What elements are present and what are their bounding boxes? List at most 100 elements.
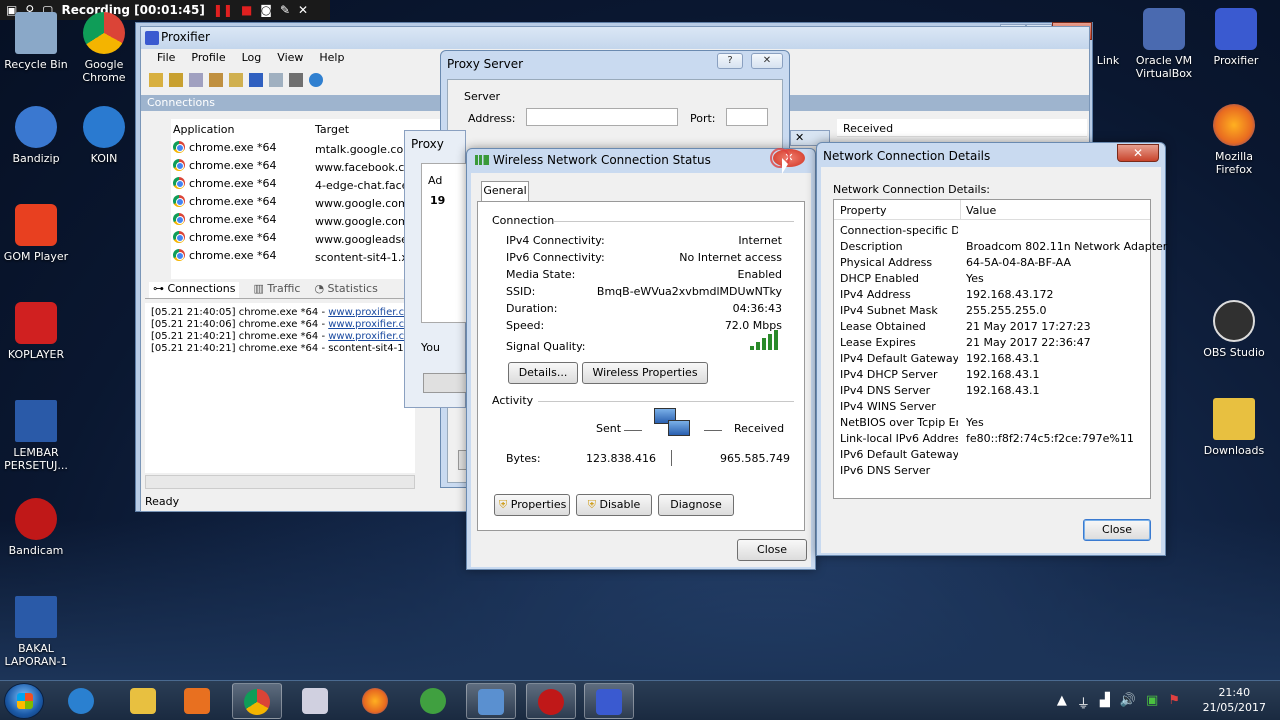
log-link[interactable]: www.proxifier.com:443 — [328, 331, 415, 342]
desktop-icon-lembar[interactable]: LEMBAR PERSETUJ... — [0, 400, 72, 472]
print-icon[interactable] — [289, 73, 303, 87]
dns-icon[interactable] — [229, 73, 243, 87]
detail-property[interactable]: DHCP Enabled — [840, 272, 958, 285]
detail-property[interactable]: Lease Expires — [840, 336, 958, 349]
show-hidden-icons-icon[interactable]: ▲ — [1057, 693, 1067, 712]
safely-remove-icon[interactable]: ▣ — [1146, 693, 1158, 712]
stop-icon[interactable]: ■ — [241, 3, 252, 17]
taskbar-network[interactable] — [408, 683, 458, 719]
pen-icon[interactable]: ✎ — [280, 3, 290, 17]
copy-icon[interactable] — [269, 73, 283, 87]
close-button[interactable]: ✕ — [1117, 144, 1159, 162]
rules-icon[interactable] — [189, 73, 203, 87]
table-row[interactable]: chrome.exe *64 — [173, 141, 277, 154]
table-row[interactable]: chrome.exe *64 — [173, 249, 277, 262]
clock[interactable]: 21:40 21/05/2017 — [1203, 685, 1266, 715]
action-center-icon[interactable]: ⚑ — [1168, 693, 1180, 712]
taskbar-control-panel[interactable] — [466, 683, 516, 719]
taskbar-paint[interactable] — [290, 683, 340, 719]
desktop-icon-bakal-laporan[interactable]: BAKAL LAPORAN-1 — [0, 596, 72, 668]
signal-icon[interactable]: ▟ — [1100, 693, 1110, 712]
detail-property[interactable]: NetBIOS over Tcpip En... — [840, 416, 958, 429]
taskbar-ie[interactable] — [56, 683, 106, 719]
desktop-icon-firefox[interactable]: Mozilla Firefox — [1198, 104, 1270, 176]
usb-icon[interactable]: ⏚ — [1077, 693, 1090, 712]
proxy-behind-button[interactable] — [423, 373, 467, 393]
menu-view[interactable]: View — [277, 51, 303, 69]
detail-property[interactable]: IPv4 WINS Server — [840, 400, 958, 413]
port-input[interactable] — [726, 108, 768, 126]
save-icon[interactable] — [169, 73, 183, 87]
taskbar-explorer[interactable] — [118, 683, 168, 719]
table-row[interactable]: chrome.exe *64 — [173, 195, 277, 208]
table-row[interactable]: chrome.exe *64 — [173, 213, 277, 226]
desktop-icon-proxifier[interactable]: Proxifier — [1200, 8, 1272, 67]
desktop-icon-chrome[interactable]: Google Chrome — [68, 12, 140, 84]
detail-property[interactable]: Description — [840, 240, 958, 253]
tab-general[interactable]: General — [481, 181, 529, 201]
help-icon[interactable] — [309, 73, 323, 87]
menu-file[interactable]: File — [157, 51, 175, 69]
detail-property[interactable]: IPv6 Default Gateway — [840, 448, 958, 461]
profile-icon[interactable] — [149, 73, 163, 87]
menu-help[interactable]: Help — [319, 51, 344, 69]
horizontal-scrollbar[interactable] — [145, 475, 415, 489]
desktop-icon-downloads[interactable]: Downloads — [1198, 398, 1270, 457]
desktop-icon-koin[interactable]: KOIN — [68, 106, 140, 165]
column-header-application[interactable]: Application — [173, 123, 234, 136]
proxy-icon[interactable] — [209, 73, 223, 87]
table-row[interactable]: chrome.exe *64 — [173, 231, 277, 244]
details-button[interactable]: Details... — [508, 362, 578, 384]
log-link[interactable]: www.proxifier.com:443 — [328, 319, 415, 330]
table-row[interactable]: chrome.exe *64 — [173, 159, 277, 172]
detail-property[interactable]: Connection-specific DN... — [840, 224, 958, 237]
column-header-value[interactable]: Value — [966, 204, 996, 217]
camera-icon[interactable]: ◙ — [260, 3, 272, 17]
desktop-icon-recycle-bin[interactable]: Recycle Bin — [0, 12, 72, 71]
pause-icon[interactable]: ❚❚ — [213, 3, 233, 17]
column-header-received[interactable]: Received — [843, 122, 893, 135]
detail-property[interactable]: IPv4 DHCP Server — [840, 368, 958, 381]
desktop-icon-bandizip[interactable]: Bandizip — [0, 106, 72, 165]
taskbar-firefox[interactable] — [350, 683, 400, 719]
column-header-target[interactable]: Target — [315, 123, 349, 136]
column-header-property[interactable]: Property — [840, 204, 887, 217]
desktop-icon-bandicam[interactable]: Bandicam — [0, 498, 72, 557]
menu-log[interactable]: Log — [242, 51, 262, 69]
tab-statistics[interactable]: ◔ Statistics — [314, 282, 377, 298]
diagnose-button[interactable]: Diagnose — [658, 494, 734, 516]
taskbar-bandicam[interactable] — [526, 683, 576, 719]
detail-property[interactable]: IPv4 Subnet Mask — [840, 304, 958, 317]
close-button[interactable]: ✕ — [751, 53, 783, 69]
detail-property[interactable]: Physical Address — [840, 256, 958, 269]
table-row[interactable]: chrome.exe *64 — [173, 177, 277, 190]
desktop-icon-obs[interactable]: OBS Studio — [1198, 300, 1270, 359]
close-button[interactable]: Close — [1083, 519, 1151, 541]
help-button[interactable]: ? — [717, 53, 743, 69]
properties-button[interactable]: ⛨ Properties — [494, 494, 570, 516]
desktop-icon-virtualbox[interactable]: Oracle VM VirtualBox — [1128, 8, 1200, 80]
wireless-properties-button[interactable]: Wireless Properties — [582, 362, 708, 384]
volume-icon[interactable]: 🔊 — [1120, 693, 1136, 712]
log-link[interactable]: www.proxifier.com:443 — [328, 307, 415, 318]
detail-property[interactable]: IPv6 DNS Server — [840, 464, 958, 477]
detail-property[interactable]: IPv4 DNS Server — [840, 384, 958, 397]
floppy-icon[interactable] — [249, 73, 263, 87]
taskbar-media-player[interactable] — [172, 683, 222, 719]
detail-property[interactable]: IPv4 Address — [840, 288, 958, 301]
taskbar-chrome[interactable] — [232, 683, 282, 719]
tab-connections[interactable]: ⊶ Connections — [149, 282, 240, 298]
tab-traffic[interactable]: ▥ Traffic — [253, 282, 300, 298]
address-input[interactable] — [526, 108, 678, 126]
close-icon[interactable]: ✕ — [298, 3, 308, 17]
detail-property[interactable]: Link-local IPv6 Address — [840, 432, 958, 445]
disable-button[interactable]: ⛨ Disable — [576, 494, 652, 516]
detail-property[interactable]: Lease Obtained — [840, 320, 958, 333]
start-button[interactable] — [4, 683, 44, 719]
desktop-icon-gom-player[interactable]: GOM Player — [0, 204, 72, 263]
menu-profile[interactable]: Profile — [191, 51, 225, 69]
close-button[interactable]: Close — [737, 539, 807, 561]
detail-property[interactable]: IPv4 Default Gateway — [840, 352, 958, 365]
taskbar-proxifier[interactable] — [584, 683, 634, 719]
desktop-icon-koplayer[interactable]: KOPLAYER — [0, 302, 72, 361]
